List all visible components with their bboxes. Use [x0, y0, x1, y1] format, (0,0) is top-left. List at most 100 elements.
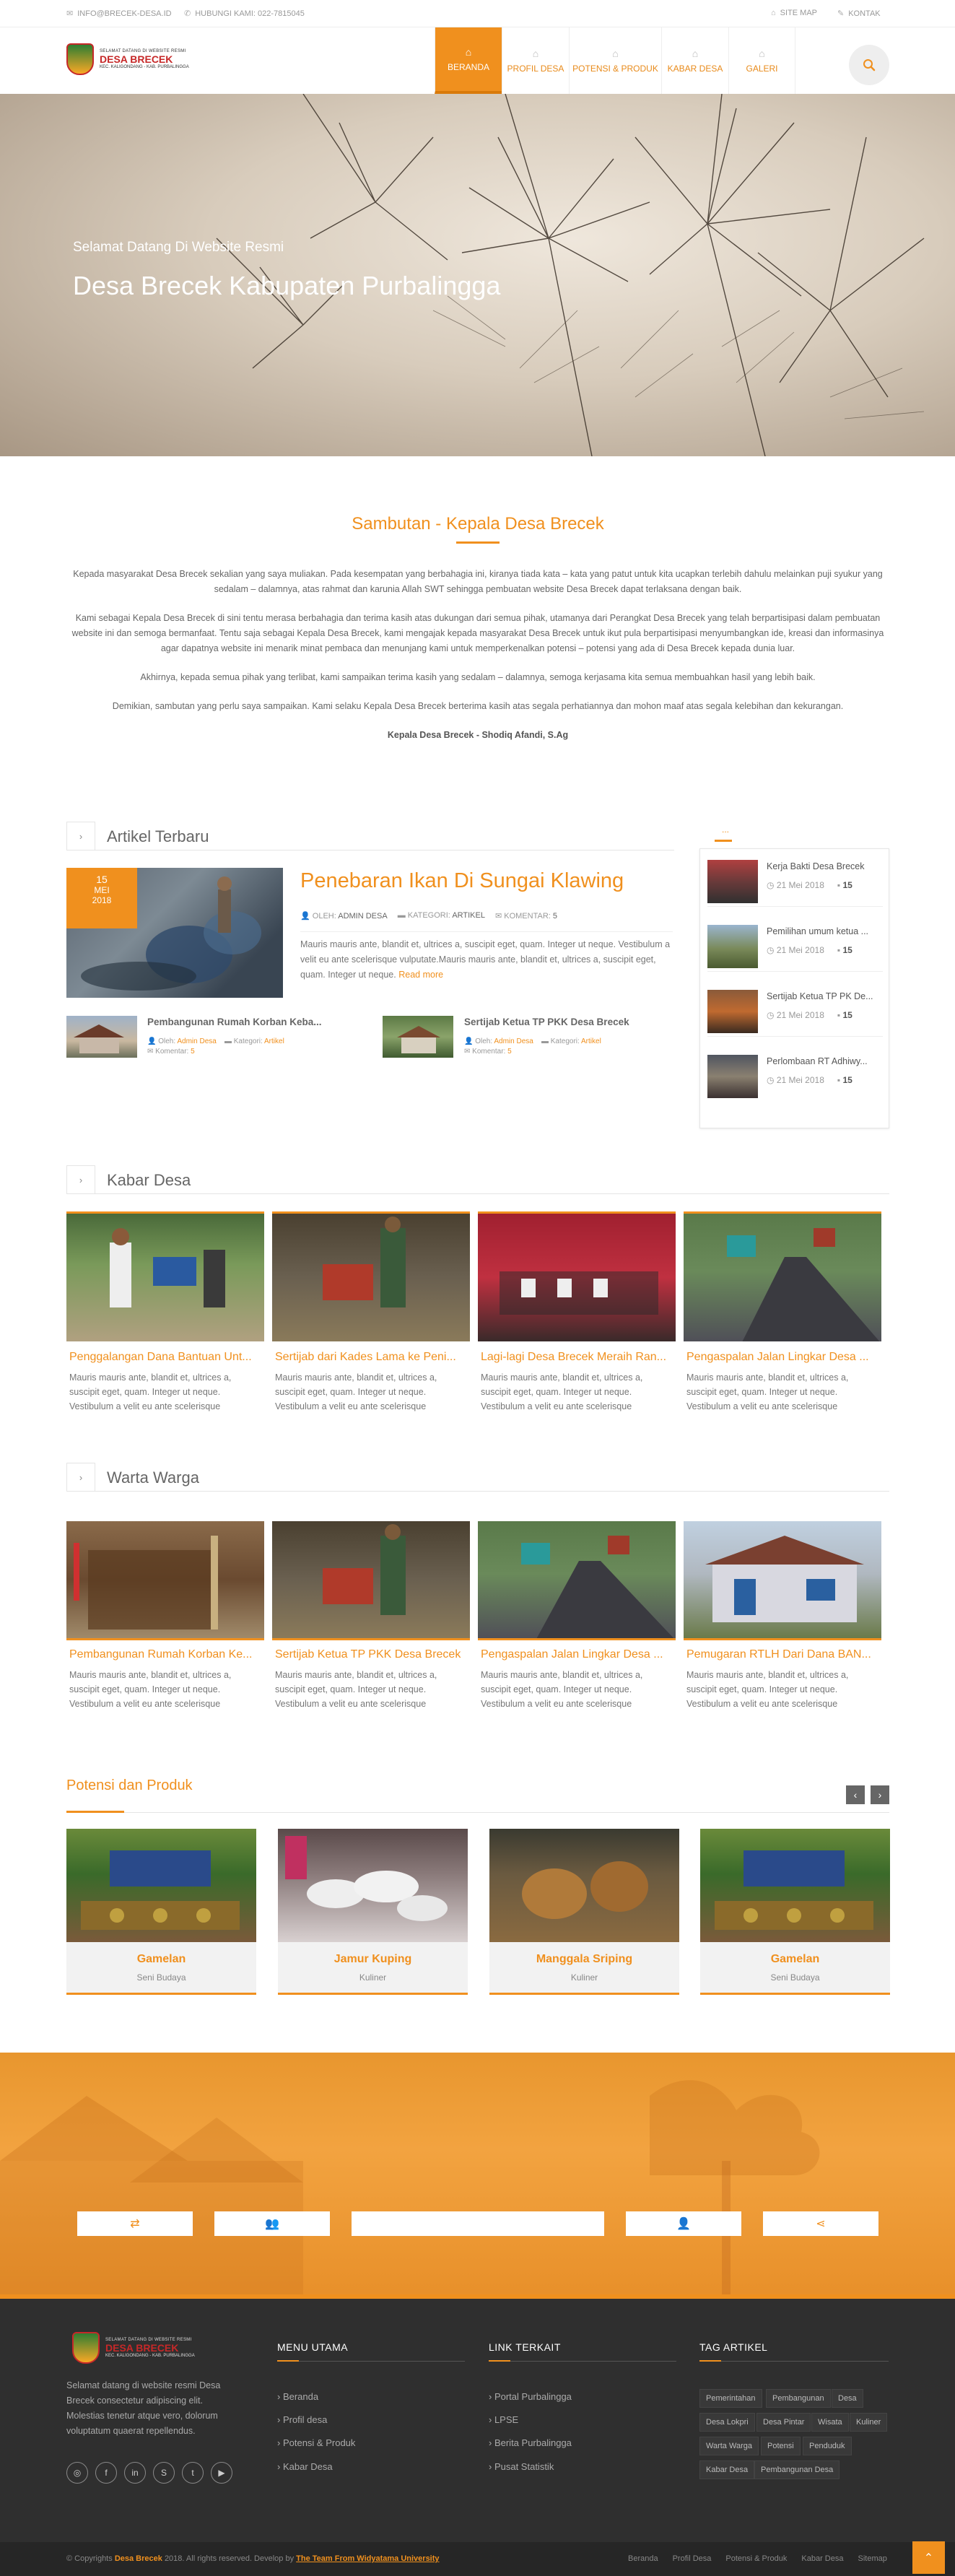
warta-card-image[interactable]: [684, 1521, 881, 1640]
footer-related-link[interactable]: › Berita Purbalingga: [489, 2437, 572, 2448]
product-card[interactable]: Gamelan Seni Budaya: [66, 1829, 256, 1995]
topbar-kontak-link[interactable]: ✎ KONTAK: [837, 9, 881, 19]
footer-logo[interactable]: SELAMAT DATANG DI WEBSITE RESMI DESA BRE…: [72, 2332, 195, 2364]
bottom-link[interactable]: Beranda: [628, 2554, 658, 2563]
kabar-card-image[interactable]: [684, 1211, 881, 1341]
stat-box[interactable]: 👥: [214, 2211, 330, 2236]
footer-menu-link[interactable]: › Beranda: [277, 2391, 318, 2402]
featured-article-image[interactable]: 15 MEI 2018: [66, 868, 283, 998]
tag-chip[interactable]: Warta Warga: [699, 2437, 759, 2455]
copyright-brand-link[interactable]: Desa Brecek: [115, 2554, 162, 2563]
stat-box[interactable]: [352, 2211, 604, 2236]
footer-menu-link[interactable]: › Potensi & Produk: [277, 2437, 355, 2448]
topbar-sitemap-link[interactable]: ⌂ SITE MAP: [771, 9, 817, 17]
kabar-card-title[interactable]: Pengaspalan Jalan Lingkar Desa ...: [686, 1351, 880, 1364]
recent-post-item[interactable]: Kerja Bakti Desa Brecek ◷ 21 Mei 2018 ▪ …: [707, 853, 883, 907]
featured-article-title[interactable]: Penebaran Ikan Di Sungai Klawing: [300, 869, 624, 893]
footer-related-link[interactable]: › Pusat Statistik: [489, 2461, 554, 2472]
footer-related-link[interactable]: › Portal Purbalingga: [489, 2391, 572, 2402]
product-card[interactable]: Gamelan Seni Budaya: [700, 1829, 890, 1995]
logo-region: KEC. KALIGONDANG - KAB. PURBALINGGA: [100, 65, 189, 69]
product-card[interactable]: Manggala Sriping Kuliner: [489, 1829, 679, 1995]
carousel-next-button[interactable]: ›: [871, 1785, 889, 1804]
twitter-icon[interactable]: t: [182, 2462, 204, 2484]
kabar-card-text: Mauris mauris ante, blandit et, ultrices…: [686, 1372, 849, 1411]
kabar-card-image[interactable]: [478, 1211, 676, 1341]
kabar-card-title[interactable]: Sertijab dari Kades Lama ke Peni...: [275, 1351, 468, 1364]
bottom-link[interactable]: Potensi & Produk: [725, 2554, 787, 2563]
kabar-card-title[interactable]: Penggalangan Dana Bantuan Unt...: [69, 1351, 263, 1364]
developer-link[interactable]: The Team From Widyatama University: [296, 2554, 439, 2563]
tag-chip[interactable]: Kuliner: [850, 2413, 888, 2432]
search-button[interactable]: [849, 45, 889, 85]
sambutan-paragraph: Akhirnya, kepada semua pihak yang terlib…: [140, 672, 816, 682]
small-article-title[interactable]: Pembangunan Rumah Korban Keba...: [147, 1017, 335, 1027]
kabar-card-image[interactable]: [272, 1211, 470, 1341]
read-more-link[interactable]: Read more: [398, 970, 443, 980]
tag-chip[interactable]: Desa Lokpri: [699, 2413, 755, 2432]
dribbble-icon[interactable]: ◎: [66, 2462, 88, 2484]
topbar-phone[interactable]: ✆ HUBUNGI KAMI: 022-7815045: [184, 9, 305, 19]
tag-chip[interactable]: Penduduk: [803, 2437, 852, 2455]
stat-box[interactable]: ⇄: [77, 2211, 193, 2236]
recent-post-item[interactable]: Perlombaan RT Adhiwy... ◷ 21 Mei 2018 ▪ …: [707, 1048, 883, 1102]
youtube-icon[interactable]: ▶: [211, 2462, 232, 2484]
warta-card-image[interactable]: [478, 1521, 676, 1640]
warta-card-title[interactable]: Pengaspalan Jalan Lingkar Desa ...: [481, 1648, 674, 1661]
site-logo[interactable]: SELAMAT DATANG DI WEBSITE RESMI DESA BRE…: [66, 43, 189, 75]
tag-chip[interactable]: Potensi: [761, 2437, 801, 2455]
tag-chip[interactable]: Kabar Desa: [699, 2460, 755, 2479]
footer-menu-link[interactable]: › Kabar Desa: [277, 2461, 333, 2472]
nav-item-beranda[interactable]: ⌂ BERANDA: [435, 27, 502, 94]
tag-chip[interactable]: Pemerintahan: [699, 2389, 762, 2408]
tag-chip[interactable]: Pembangunan Desa: [754, 2460, 840, 2479]
tag-chip[interactable]: Desa: [832, 2389, 863, 2408]
stat-box[interactable]: ⋖: [763, 2211, 878, 2236]
nav-item-galeri[interactable]: ⌂ GALERI: [728, 27, 795, 94]
warta-card-title[interactable]: Pembangunan Rumah Korban Ke...: [69, 1648, 263, 1661]
bottom-link[interactable]: Sitemap: [858, 2554, 886, 2563]
small-article-title[interactable]: Sertijab Ketua TP PKK Desa Brecek: [464, 1017, 673, 1027]
topbar-email[interactable]: ✉ INFO@BRECEK-DESA.ID: [66, 9, 172, 19]
back-to-top-button[interactable]: ⌃: [912, 2541, 945, 2574]
carousel-prev-button[interactable]: ‹: [846, 1785, 865, 1804]
recent-post-item[interactable]: Pemilihan umum ketua ... ◷ 21 Mei 2018 ▪…: [707, 918, 883, 972]
kabar-card-title[interactable]: Lagi-lagi Desa Brecek Meraih Ran...: [481, 1351, 674, 1364]
hero-banner: Selamat Datang Di Website Resmi Desa Bre…: [0, 94, 955, 456]
nav-item-kabar-desa[interactable]: ⌂ KABAR DESA: [661, 27, 728, 94]
sidebar-tab-label[interactable]: ...: [722, 824, 729, 835]
chevron-right-icon[interactable]: ›: [66, 822, 95, 850]
product-card[interactable]: Jamur Kuping Kuliner: [278, 1829, 468, 1995]
skype-icon[interactable]: S: [153, 2462, 175, 2484]
user-icon: 👤: [300, 912, 310, 921]
road-paving-photo: [727, 1228, 880, 1341]
tag-chip[interactable]: Wisata: [811, 2413, 849, 2432]
chevron-right-icon[interactable]: ›: [66, 1463, 95, 1492]
chevron-right-icon[interactable]: ›: [66, 1165, 95, 1194]
footer-menu-link[interactable]: › Profil desa: [277, 2414, 327, 2425]
warta-card-title[interactable]: Pemugaran RTLH Dari Dana BAN...: [686, 1648, 880, 1661]
bottom-link[interactable]: Kabar Desa: [801, 2554, 843, 2563]
article-thumb[interactable]: [383, 1016, 453, 1058]
footer-menu-heading: MENU UTAMA: [277, 2341, 349, 2353]
linkedin-icon[interactable]: in: [124, 2462, 146, 2484]
stat-box[interactable]: 👤: [626, 2211, 741, 2236]
hero-subtitle: Selamat Datang Di Website Resmi: [73, 240, 284, 255]
article-thumb[interactable]: [66, 1016, 137, 1058]
bottom-link[interactable]: Profil Desa: [673, 2554, 712, 2563]
recent-post-item[interactable]: Sertijab Ketua TP PK De... ◷ 21 Mei 2018…: [707, 983, 883, 1037]
warta-card-image[interactable]: [272, 1521, 470, 1640]
featured-article-meta: 👤 OLEH: ADMIN DESA ▬ KATEGORI: ARTIKEL ✉…: [300, 911, 557, 921]
tag-chip[interactable]: Desa Pintar: [756, 2413, 811, 2432]
warta-card-image[interactable]: [66, 1521, 264, 1640]
envelope-icon: ✉: [66, 9, 74, 18]
nav-item-profil-desa[interactable]: ⌂ PROFIL DESA: [502, 27, 569, 94]
warta-card-title[interactable]: Sertijab Ketua TP PKK Desa Brecek: [275, 1648, 468, 1661]
recent-post-thumb: [707, 990, 758, 1033]
tag-chip[interactable]: Pembangunan: [766, 2389, 831, 2408]
kabar-card-image[interactable]: [66, 1211, 264, 1341]
facebook-icon[interactable]: f: [95, 2462, 117, 2484]
nav-item-potensi-produk[interactable]: ⌂ POTENSI & PRODUK: [569, 27, 661, 94]
folder-icon: ▬: [224, 1037, 232, 1045]
footer-related-link[interactable]: › LPSE: [489, 2414, 518, 2425]
